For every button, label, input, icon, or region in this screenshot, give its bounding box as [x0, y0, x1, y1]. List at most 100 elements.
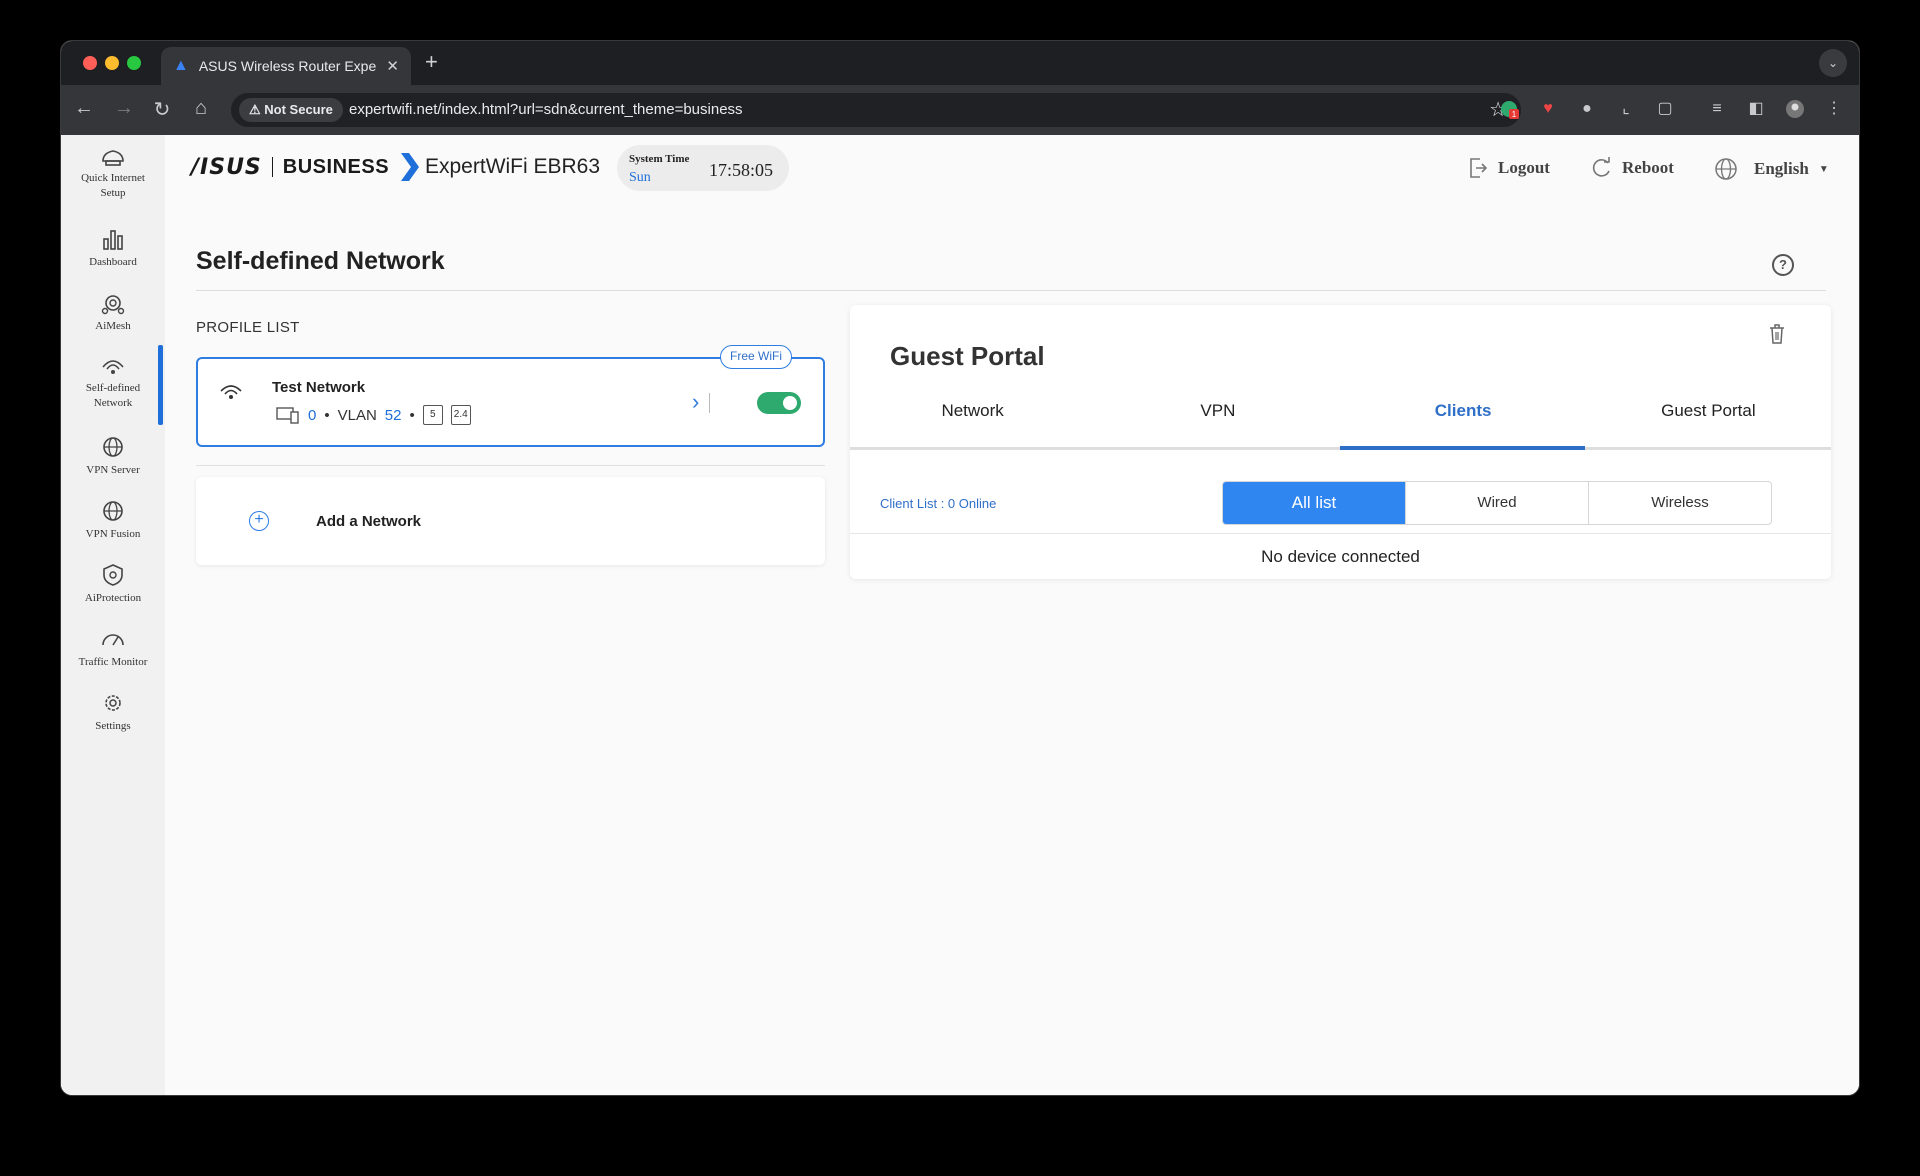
sidebar-item-label: Network	[93, 397, 133, 409]
sidebar-item-quick-internet-setup[interactable]: Quick Internet Setup	[61, 145, 165, 201]
extension-globe-icon[interactable]: ●	[1577, 99, 1597, 119]
sidebar-item-vpn-server[interactable]: VPN Server	[61, 435, 165, 478]
client-list-status: Client List : 0 Online	[880, 496, 997, 511]
sidebar-item-label: Self-defined	[85, 382, 141, 394]
tab-vpn[interactable]: VPN	[1095, 401, 1340, 429]
filter-wired[interactable]: Wired	[1405, 482, 1588, 524]
active-tab-indicator	[1340, 446, 1585, 450]
tab-network[interactable]: Network	[850, 401, 1095, 429]
chevron-right-icon[interactable]: ›	[692, 389, 699, 415]
url-field[interactable]: ⚠ Not Secure expertwifi.net/index.html?u…	[231, 93, 1521, 127]
router-app: Quick Internet Setup Dashboard AiMesh Se…	[61, 135, 1859, 1095]
plus-circle-icon: +	[249, 511, 269, 531]
filter-wireless[interactable]: Wireless	[1588, 482, 1771, 524]
sidebar-item-traffic-monitor[interactable]: Traffic Monitor	[61, 627, 165, 670]
reboot-button[interactable]: Reboot	[1590, 157, 1674, 179]
language-dropdown[interactable]: English ▼	[1714, 157, 1829, 181]
extension-translate-icon[interactable]: ⌞	[1616, 99, 1636, 119]
asus-logo: /ISUS	[191, 154, 262, 180]
home-icon[interactable]: ⌂	[188, 97, 214, 120]
divider	[196, 290, 1826, 291]
close-window-button[interactable]	[83, 56, 97, 70]
url-text[interactable]: expertwifi.net/index.html?url=sdn&curren…	[349, 101, 743, 118]
help-icon[interactable]: ?	[1772, 254, 1794, 276]
trash-icon[interactable]	[1767, 323, 1787, 345]
product-name: ExpertWiFi EBR63	[425, 155, 601, 178]
close-tab-icon[interactable]: ✕	[386, 57, 399, 75]
browser-tab[interactable]: ▲ ASUS Wireless Router Exper ✕	[161, 47, 411, 85]
logout-label: Logout	[1498, 158, 1550, 177]
extensions-puzzle-icon[interactable]: ▢	[1655, 99, 1675, 119]
asus-favicon-icon: ▲	[173, 57, 189, 74]
forward-icon[interactable]: →	[111, 97, 137, 120]
vlan-label: VLAN	[337, 406, 377, 424]
not-secure-badge[interactable]: ⚠ Not Secure	[239, 98, 343, 122]
sidebar-item-label: Dashboard	[89, 256, 137, 268]
side-panel-icon[interactable]: ◧	[1746, 99, 1766, 119]
brand-divider	[271, 157, 273, 177]
profile-meta: 0 • VLAN 52 • 5 2.4	[276, 405, 471, 425]
extension-shield-icon[interactable]: 1	[1499, 99, 1519, 119]
shield-icon	[103, 564, 123, 586]
band-5ghz-icon: 5	[422, 405, 443, 425]
add-network-button[interactable]: + Add a Network	[196, 477, 825, 565]
dot-separator: •	[324, 406, 330, 424]
tab-guest-portal[interactable]: Guest Portal	[1586, 401, 1831, 429]
toggle-knob	[783, 396, 797, 410]
sidebar-item-label: Settings	[95, 720, 131, 732]
profile-avatar-icon[interactable]	[1785, 99, 1805, 119]
tab-title: ASUS Wireless Router Exper	[198, 58, 377, 74]
sidebar-item-label: Setup	[100, 187, 126, 199]
media-queue-icon[interactable]: ≡	[1707, 99, 1727, 119]
maximize-window-button[interactable]	[127, 56, 141, 70]
divider	[196, 465, 825, 466]
profile-name: Test Network	[272, 379, 366, 396]
empty-state-message: No device connected	[1261, 547, 1420, 566]
caret-down-icon: ▼	[1818, 163, 1829, 175]
sidebar-item-aiprotection[interactable]: AiProtection	[61, 563, 165, 606]
sidebar-item-label: AiProtection	[84, 592, 142, 604]
sidebar-item-settings[interactable]: Settings	[61, 691, 165, 734]
system-day: Sun	[629, 170, 651, 185]
network-profile-icon	[220, 385, 242, 399]
browser-window: ▲ ASUS Wireless Router Exper ✕ + ⌄ ← → ↻…	[60, 40, 1860, 1096]
reboot-icon	[1592, 157, 1610, 177]
filter-all-list[interactable]: All list	[1223, 482, 1405, 524]
sidebar-item-dashboard[interactable]: Dashboard	[61, 227, 165, 270]
language-label: English	[1754, 159, 1809, 178]
back-icon[interactable]: ←	[71, 97, 97, 120]
detail-tabs: Network VPN Clients Guest Portal	[850, 401, 1831, 429]
system-clock: 17:58:05	[709, 160, 774, 180]
reload-icon[interactable]: ↻	[149, 97, 175, 122]
tab-clients[interactable]: Clients	[1341, 401, 1586, 429]
sidebar-item-aimesh[interactable]: AiMesh	[61, 291, 165, 334]
profile-enable-toggle[interactable]	[757, 392, 801, 414]
tab-search-icon[interactable]: ⌄	[1819, 49, 1847, 77]
client-count: 0	[308, 406, 317, 424]
divider	[850, 533, 1831, 534]
vpn-server-icon	[103, 437, 123, 457]
sidebar-item-self-defined-network[interactable]: Self-defined Network	[61, 353, 165, 411]
chevron-right-logo-icon	[401, 153, 420, 181]
sidebar-item-vpn-fusion[interactable]: VPN Fusion	[61, 499, 165, 542]
pocket-icon[interactable]: ♥	[1538, 99, 1558, 119]
profile-detail-panel: Guest Portal Network VPN Clients Guest P…	[850, 305, 1831, 579]
globe-icon	[1715, 158, 1737, 180]
client-filter: All list Wired Wireless	[1222, 481, 1772, 525]
minimize-window-button[interactable]	[105, 56, 119, 70]
browser-menu-icon[interactable]: ⋮	[1824, 99, 1844, 119]
logout-button[interactable]: Logout	[1468, 157, 1550, 179]
quick-setup-icon	[102, 150, 124, 166]
dot-separator: •	[409, 406, 415, 424]
address-bar: ← → ↻ ⌂ ⚠ Not Secure expertwifi.net/inde…	[61, 85, 1859, 135]
traffic-monitor-icon	[102, 634, 124, 646]
sidebar: Quick Internet Setup Dashboard AiMesh Se…	[61, 135, 165, 1095]
profile-card[interactable]: Test Network 0 • VLAN 52 • 5 2.4 ›	[196, 357, 825, 447]
profile-list-label: PROFILE LIST	[196, 319, 300, 336]
sidebar-item-label: VPN Server	[86, 464, 140, 476]
aimesh-icon	[101, 295, 125, 315]
system-time-label: System Time	[629, 153, 690, 165]
svg-text:1: 1	[1512, 110, 1517, 119]
new-tab-icon[interactable]: +	[425, 49, 438, 75]
gear-icon	[105, 695, 121, 711]
